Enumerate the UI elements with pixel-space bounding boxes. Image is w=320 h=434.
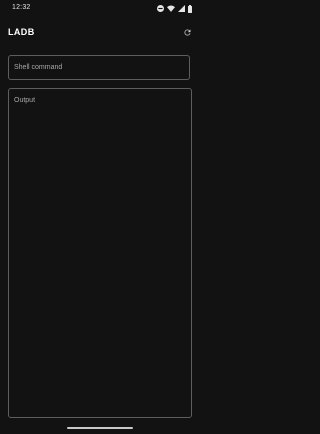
wifi-icon <box>167 5 175 12</box>
shell-command-input[interactable]: Shell command <box>8 55 190 80</box>
dnd-icon <box>157 5 164 12</box>
refresh-button[interactable] <box>181 26 193 38</box>
shell-command-placeholder: Shell command <box>14 64 63 71</box>
signal-icon <box>178 5 185 12</box>
output-label: Output <box>14 97 36 104</box>
status-icons <box>157 4 192 13</box>
refresh-icon[interactable] <box>183 28 192 37</box>
status-time: 12:32 <box>12 4 31 11</box>
status-bar: 12:32 <box>0 0 200 18</box>
app-bar: LADB <box>0 18 200 46</box>
battery-icon <box>188 4 192 13</box>
output-area[interactable]: Output <box>8 88 192 418</box>
app-title: LADB <box>8 27 35 37</box>
home-indicator[interactable] <box>67 427 133 429</box>
